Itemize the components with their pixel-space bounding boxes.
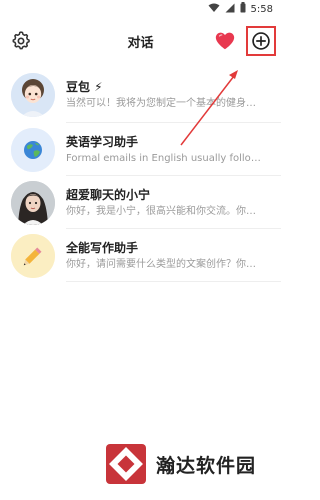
- page-title: 对话: [127, 35, 154, 51]
- wifi-icon: [208, 3, 220, 16]
- conversation-preview: 当然可以！我将为您制定一个基本的健身计划: [66, 97, 265, 109]
- globe-icon: [11, 127, 55, 172]
- watermark-logo: [106, 444, 146, 484]
- conversation-preview: 你好，请问需要什么类型的文案创作？你可以: [66, 258, 265, 270]
- avatar: [11, 72, 55, 117]
- conversation-preview: 你好，我是小宁，很高兴能和你交流。你可以: [66, 205, 265, 217]
- watermark-text: 瀚达软件园: [156, 454, 257, 477]
- conversation-list: 豆包 ⚡ 当然可以！我将为您制定一个基本的健身计划 英语学习助手 Formal …: [0, 66, 281, 282]
- favorites-button[interactable]: [214, 30, 236, 52]
- divider: [66, 281, 281, 282]
- pencil-icon: [11, 233, 55, 278]
- avatar: [11, 127, 55, 172]
- conversation-item-doubao[interactable]: 豆包 ⚡ 当然可以！我将为您制定一个基本的健身计划: [0, 66, 281, 123]
- gear-icon: [12, 31, 30, 50]
- status-time: 5:58: [250, 3, 273, 15]
- new-chat-button[interactable]: [246, 26, 276, 56]
- conversation-name: 超爱聊天的小宁: [66, 187, 151, 202]
- top-header: 对话: [0, 18, 281, 64]
- conversation-name: 全能写作助手: [66, 240, 139, 255]
- conversation-preview: Formal emails in English usually follow …: [66, 152, 265, 164]
- conversation-name: 豆包 ⚡: [66, 79, 103, 94]
- conversation-item-xiaoning[interactable]: 超爱聊天的小宁 你好，我是小宁，很高兴能和你交流。你可以: [0, 176, 281, 229]
- heart-icon: [215, 32, 235, 50]
- avatar: [11, 233, 55, 278]
- avatar: [11, 180, 55, 225]
- conversation-item-english-tutor[interactable]: 英语学习助手 Formal emails in English usually …: [0, 123, 281, 176]
- conversation-name: 英语学习助手: [66, 134, 139, 149]
- plus-circle-icon: [252, 32, 270, 50]
- status-bar: 5:58: [0, 0, 281, 18]
- watermark: 瀚达软件园: [104, 440, 256, 488]
- battery-icon: [240, 2, 246, 16]
- signal-icon: [225, 3, 235, 16]
- settings-button[interactable]: [11, 31, 31, 51]
- conversation-item-writing-assistant[interactable]: 全能写作助手 你好，请问需要什么类型的文案创作？你可以: [0, 229, 281, 282]
